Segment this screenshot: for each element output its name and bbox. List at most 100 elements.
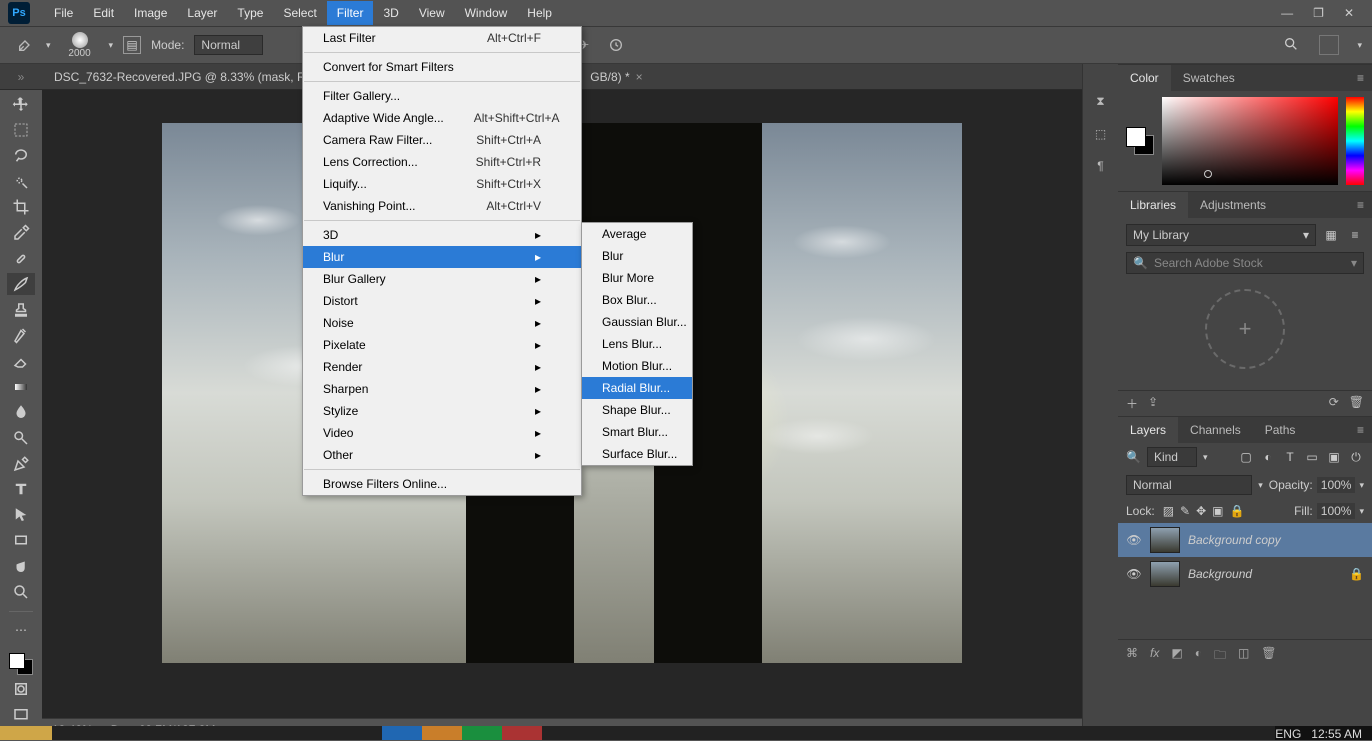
close-icon[interactable]: ✕ bbox=[1344, 6, 1354, 20]
taskbar-app-icon[interactable] bbox=[382, 726, 422, 740]
trash-icon[interactable]: 🗑 bbox=[1349, 395, 1364, 412]
lock-pixels-icon[interactable]: ✎ bbox=[1180, 504, 1190, 518]
screenmode-icon[interactable] bbox=[7, 704, 35, 726]
menu-item-liquify[interactable]: Liquify...Shift+Ctrl+X bbox=[303, 173, 581, 195]
stamp-tool-icon[interactable] bbox=[7, 299, 35, 321]
menu-item-lens-blur[interactable]: Lens Blur... bbox=[582, 333, 692, 355]
upload-icon[interactable]: ⇪ bbox=[1148, 395, 1158, 412]
taskbar-app-icon[interactable] bbox=[462, 726, 502, 740]
menu-item-other[interactable]: Other▸ bbox=[303, 444, 581, 466]
mode-select[interactable]: Normal bbox=[194, 35, 263, 55]
rectangle-tool-icon[interactable] bbox=[7, 530, 35, 552]
gradient-tool-icon[interactable] bbox=[7, 376, 35, 398]
adjust-filter-icon[interactable]: ◐ bbox=[1260, 449, 1276, 465]
menu-layer[interactable]: Layer bbox=[177, 1, 227, 25]
crop-tool-icon[interactable] bbox=[7, 197, 35, 219]
menu-item-sharpen[interactable]: Sharpen▸ bbox=[303, 378, 581, 400]
clock[interactable]: 12:55 AM bbox=[1311, 727, 1362, 741]
menu-image[interactable]: Image bbox=[124, 1, 177, 25]
tab-layers[interactable]: Layers bbox=[1118, 417, 1178, 443]
menu-edit[interactable]: Edit bbox=[83, 1, 124, 25]
menu-item-shape-blur[interactable]: Shape Blur... bbox=[582, 399, 692, 421]
start-button[interactable] bbox=[0, 726, 52, 740]
chevron-down-icon[interactable]: ▾ bbox=[109, 40, 114, 51]
tool-preset-icon[interactable] bbox=[14, 34, 36, 56]
doc-arrange-icon[interactable] bbox=[1319, 35, 1339, 55]
sync-icon[interactable]: ⟳ bbox=[1329, 395, 1339, 412]
menu-item-last-filter[interactable]: Last FilterAlt+Ctrl+F bbox=[303, 27, 581, 49]
fill-value[interactable]: 100% bbox=[1317, 503, 1356, 519]
menu-item-browse-online[interactable]: Browse Filters Online... bbox=[303, 473, 581, 495]
path-select-tool-icon[interactable] bbox=[7, 504, 35, 526]
close-icon[interactable]: × bbox=[636, 70, 643, 84]
maximize-icon[interactable]: ❐ bbox=[1313, 6, 1324, 20]
menu-item-3d[interactable]: 3D▸ bbox=[303, 224, 581, 246]
chevron-down-icon[interactable]: ▾ bbox=[1359, 506, 1364, 517]
menu-item-distort[interactable]: Distort▸ bbox=[303, 290, 581, 312]
brush-preview[interactable]: 2000 bbox=[61, 31, 99, 59]
menu-item-surface-blur[interactable]: Surface Blur... bbox=[582, 443, 692, 465]
library-drop-zone[interactable]: + bbox=[1126, 274, 1364, 384]
hue-slider[interactable] bbox=[1346, 97, 1364, 185]
menu-3d[interactable]: 3D bbox=[373, 1, 408, 25]
opacity-value[interactable]: 100% bbox=[1317, 477, 1356, 493]
pixel-filter-icon[interactable]: ▢ bbox=[1238, 449, 1254, 465]
menu-type[interactable]: Type bbox=[227, 1, 273, 25]
taskbar-app-icon[interactable] bbox=[502, 726, 542, 740]
layer-fx-icon[interactable]: fx bbox=[1150, 646, 1159, 667]
document-tab[interactable]: DSC_7632-Recovered.JPG @ 8.33% (mask, RG… bbox=[42, 64, 338, 90]
panel-menu-icon[interactable]: ≡ bbox=[1349, 71, 1372, 85]
healing-tool-icon[interactable] bbox=[7, 248, 35, 270]
eyedropper-tool-icon[interactable] bbox=[7, 222, 35, 244]
menu-item-smart-blur[interactable]: Smart Blur... bbox=[582, 421, 692, 443]
menu-item-stylize[interactable]: Stylize▸ bbox=[303, 400, 581, 422]
shape-filter-icon[interactable]: ▭ bbox=[1304, 449, 1320, 465]
chevron-down-icon[interactable]: ▾ bbox=[1357, 40, 1362, 51]
pressure-icon[interactable] bbox=[605, 34, 627, 56]
layer-thumbnail[interactable] bbox=[1150, 561, 1180, 587]
edit-toolbar-icon[interactable]: ⋯ bbox=[7, 619, 35, 641]
menu-item-camera-raw[interactable]: Camera Raw Filter...Shift+Ctrl+A bbox=[303, 129, 581, 151]
menu-item-lens-correction[interactable]: Lens Correction...Shift+Ctrl+R bbox=[303, 151, 581, 173]
menu-item-noise[interactable]: Noise▸ bbox=[303, 312, 581, 334]
menu-window[interactable]: Window bbox=[455, 1, 518, 25]
smart-filter-icon[interactable]: ▣ bbox=[1326, 449, 1342, 465]
menu-item-blur-gallery[interactable]: Blur Gallery▸ bbox=[303, 268, 581, 290]
taskbar-app-icon[interactable] bbox=[422, 726, 462, 740]
group-icon[interactable]: 🗀 bbox=[1214, 646, 1226, 667]
menu-item-blur-more[interactable]: Blur More bbox=[582, 267, 692, 289]
type-filter-icon[interactable]: T bbox=[1282, 449, 1298, 465]
menu-item-convert-smart[interactable]: Convert for Smart Filters bbox=[303, 56, 581, 78]
marquee-tool-icon[interactable] bbox=[7, 120, 35, 142]
menu-select[interactable]: Select bbox=[273, 1, 326, 25]
menu-item-adaptive-wide[interactable]: Adaptive Wide Angle...Alt+Shift+Ctrl+A bbox=[303, 107, 581, 129]
minimize-icon[interactable]: — bbox=[1281, 6, 1293, 20]
dodge-tool-icon[interactable] bbox=[7, 427, 35, 449]
tab-adjustments[interactable]: Adjustments bbox=[1188, 192, 1278, 218]
layer-mask-icon[interactable]: ◩ bbox=[1171, 646, 1182, 667]
properties-panel-icon[interactable]: ⬚ bbox=[1095, 127, 1106, 141]
blend-mode-select[interactable]: Normal bbox=[1126, 475, 1252, 495]
menu-item-pixelate[interactable]: Pixelate▸ bbox=[303, 334, 581, 356]
history-panel-icon[interactable]: ⧗ bbox=[1096, 94, 1104, 109]
layer-name[interactable]: Background bbox=[1188, 567, 1341, 581]
trash-icon[interactable]: 🗑 bbox=[1261, 646, 1276, 667]
quickmask-icon[interactable] bbox=[7, 679, 35, 701]
language-indicator[interactable]: ENG bbox=[1275, 727, 1301, 741]
menu-item-average[interactable]: Average bbox=[582, 223, 692, 245]
library-dropdown[interactable]: My Library▾ bbox=[1126, 224, 1316, 246]
tab-swatches[interactable]: Swatches bbox=[1171, 65, 1247, 91]
blur-tool-icon[interactable] bbox=[7, 402, 35, 424]
menu-item-box-blur[interactable]: Box Blur... bbox=[582, 289, 692, 311]
filter-toggle-icon[interactable]: ⏻ bbox=[1348, 449, 1364, 465]
menu-item-blur[interactable]: Blur▸ bbox=[303, 246, 581, 268]
search-icon[interactable] bbox=[1283, 36, 1299, 55]
menu-filter[interactable]: Filter bbox=[327, 1, 374, 25]
eraser-tool-icon[interactable] bbox=[7, 350, 35, 372]
filter-icon[interactable]: 🔍 bbox=[1126, 450, 1141, 464]
color-field[interactable] bbox=[1162, 97, 1338, 185]
chevron-down-icon[interactable]: ▾ bbox=[1258, 480, 1263, 491]
menu-item-radial-blur[interactable]: Radial Blur... bbox=[582, 377, 692, 399]
tab-libraries[interactable]: Libraries bbox=[1118, 192, 1188, 218]
stock-search[interactable]: 🔍 Search Adobe Stock ▾ bbox=[1126, 252, 1364, 274]
